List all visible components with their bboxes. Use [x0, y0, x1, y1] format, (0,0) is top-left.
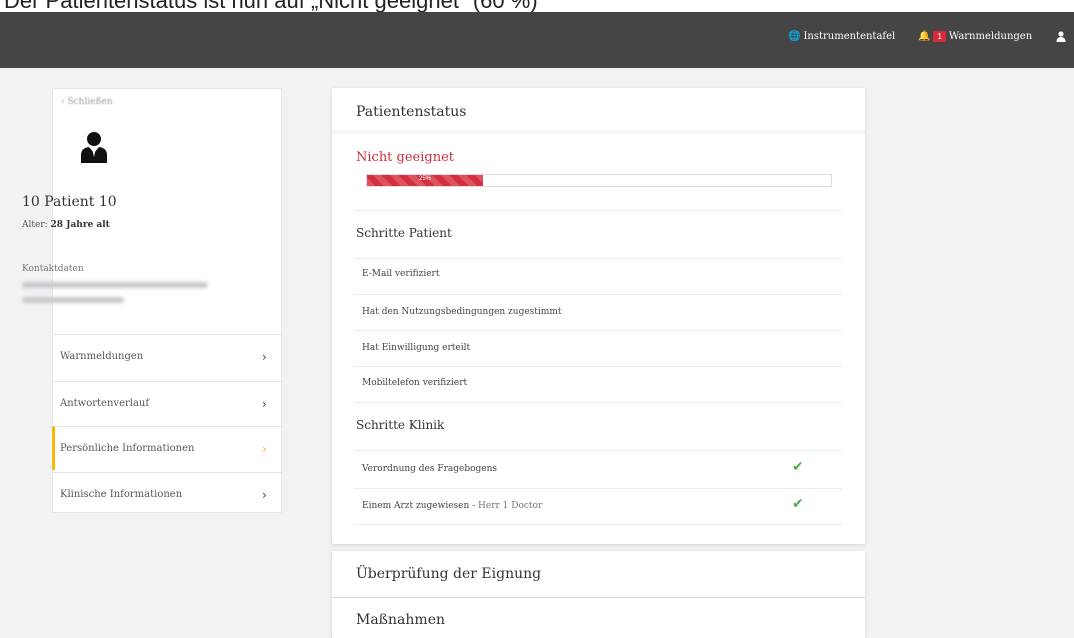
eligibility-title: Überprüfung der Eignung [356, 566, 542, 582]
divider [354, 210, 842, 211]
divider [354, 450, 842, 451]
alerts-count-badge: 1 [933, 30, 946, 42]
patient-age: Alter: 28 Jahre alt [22, 220, 110, 230]
chevron-right-icon: › [262, 441, 267, 456]
assigned-doctor-name: Herr 1 Doctor [478, 501, 543, 511]
patient-steps-title: Schritte Patient [356, 226, 452, 240]
contact-label: Kontaktdaten [22, 264, 84, 274]
doctor-assigned-label: Einem Arzt zugewiesen [362, 501, 470, 511]
caption-strip: Der Patientenstatus ist nun auf „Nicht g… [0, 0, 1074, 12]
patient-name: 10 Patient 10 [22, 194, 117, 210]
status-progress-fill: 25% [367, 175, 483, 186]
step-terms-accepted: Hat den Nutzungsbedingungen zugestimmt [362, 307, 562, 317]
redacted-contact-email [22, 282, 208, 288]
sidebar-item-warnmeldungen[interactable]: Warnmeldungen › [52, 334, 282, 378]
divider [354, 258, 842, 259]
checkmark-icon: ✔ [792, 496, 804, 512]
divider [354, 488, 842, 489]
clinic-steps-title: Schritte Klinik [356, 418, 445, 432]
measures-card[interactable]: Maßnahmen [332, 598, 865, 638]
caption-text: Der Patientenstatus ist nun auf „Nicht g… [4, 0, 538, 12]
step-consent-given: Hat Einwilligung erteilt [362, 343, 471, 353]
avatar [81, 132, 107, 163]
chevron-right-icon: › [262, 396, 267, 411]
step-doctor-assigned: Einem Arzt zugewiesen - Herr 1 Doctor [362, 501, 543, 511]
sidebar-item-label: Klinische Informationen [60, 489, 183, 500]
alerts-label: Warnmeldungen [948, 30, 1033, 42]
status-progress-bar: 25% [366, 174, 832, 187]
status-text: Nicht geeignet [356, 150, 455, 165]
redacted-contact-phone [22, 297, 124, 303]
eligibility-card[interactable]: Überprüfung der Eignung [332, 551, 865, 597]
progress-label: 25% [418, 176, 431, 182]
step-questionnaire-prescribed: Verordnung des Fragebogens [362, 464, 498, 474]
dashboard-link[interactable]: 🌐 Instrumententafel [788, 12, 895, 60]
close-link[interactable]: ‹ Schließen [61, 97, 113, 107]
patient-status-title: Patientenstatus [356, 104, 467, 120]
patient-status-card: Patientenstatus Nicht geeignet 25% Schri… [332, 88, 865, 544]
close-label: Schließen [67, 97, 113, 107]
sidebar-item-persoenliche-informationen[interactable]: Persönliche Informationen › [52, 426, 282, 470]
card-header-divider [332, 130, 865, 134]
step-mobile-verified: Mobiltelefon verifiziert [362, 378, 468, 388]
divider [354, 366, 842, 367]
sidebar-item-label: Warnmeldungen [60, 351, 144, 362]
sidebar-item-label: Antwortenverlauf [60, 398, 150, 409]
chevron-right-icon: › [262, 487, 267, 502]
step-email-verified: E-Mail verifiziert [362, 269, 440, 279]
divider [354, 402, 842, 403]
divider [354, 524, 842, 525]
chevron-right-icon: › [262, 349, 267, 364]
user-icon [1056, 30, 1066, 42]
age-value: 28 Jahre alt [50, 220, 110, 230]
age-label: Alter: [22, 220, 48, 230]
globe-icon: 🌐 [788, 30, 801, 42]
alerts-link[interactable]: 🔔 1 Warnmeldungen [918, 12, 1032, 60]
user-menu-button[interactable] [1056, 12, 1066, 60]
sidebar-item-klinische-informationen[interactable]: Klinische Informationen › [52, 472, 282, 516]
bell-icon: 🔔 [918, 30, 931, 42]
measures-title: Maßnahmen [356, 612, 445, 628]
top-navigation-bar: 🌐 Instrumententafel 🔔 1 Warnmeldungen [0, 12, 1074, 68]
divider [354, 330, 842, 331]
divider [354, 294, 842, 295]
sidebar-item-antwortenverlauf[interactable]: Antwortenverlauf › [52, 381, 282, 425]
sidebar-item-label: Persönliche Informationen [60, 443, 195, 454]
checkmark-icon: ✔ [792, 459, 804, 475]
dashboard-label: Instrumententafel [803, 30, 896, 42]
